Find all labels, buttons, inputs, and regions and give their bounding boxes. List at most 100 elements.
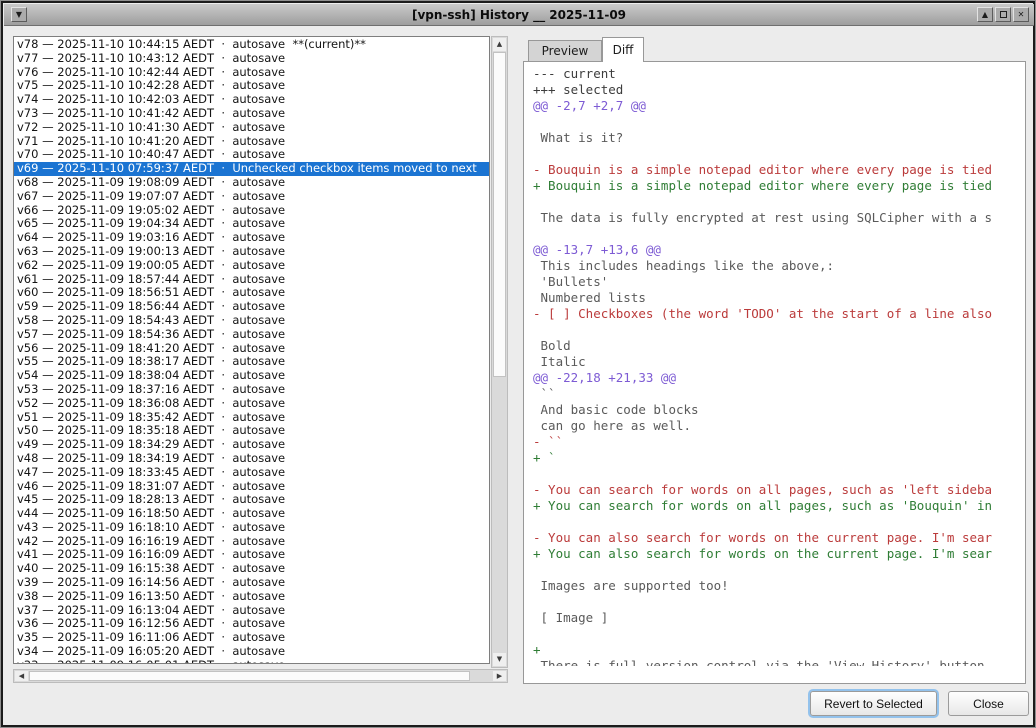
tab-diff-label: Diff [613, 43, 634, 57]
list-hscroll-thumb[interactable] [29, 671, 470, 681]
list-item[interactable]: v61 — 2025-11-09 18:57:44 AEDT · autosav… [14, 273, 489, 287]
diff-line: Images are supported too! [533, 578, 1001, 594]
list-item[interactable]: v48 — 2025-11-09 18:34:19 AEDT · autosav… [14, 452, 489, 466]
list-item[interactable]: v75 — 2025-11-10 10:42:28 AEDT · autosav… [14, 79, 489, 93]
version-list[interactable]: v78 — 2025-11-10 10:44:15 AEDT · autosav… [13, 36, 490, 664]
list-item[interactable]: v45 — 2025-11-09 18:28:13 AEDT · autosav… [14, 493, 489, 507]
diff-line: @@ -22,18 +21,33 @@ [533, 370, 1001, 386]
diff-line: --- current [533, 66, 1001, 82]
history-window: ▼ [vpn-ssh] History __ 2025-11-09 ▲ ✕ v7… [0, 0, 1036, 728]
list-horizontal-scrollbar[interactable]: ◀ ▶ [13, 669, 508, 683]
diff-line [533, 466, 1001, 482]
list-item[interactable]: v47 — 2025-11-09 18:33:45 AEDT · autosav… [14, 466, 489, 480]
list-item[interactable]: v43 — 2025-11-09 16:18:10 AEDT · autosav… [14, 521, 489, 535]
diff-line: can go here as well. [533, 418, 1001, 434]
scroll-up-arrow-icon[interactable]: ▲ [493, 38, 506, 51]
diff-line: There is full version control via the 'V… [533, 658, 1001, 666]
tab-preview[interactable]: Preview [528, 40, 602, 62]
close-button[interactable]: Close [948, 691, 1029, 716]
list-item[interactable]: v56 — 2025-11-09 18:41:20 AEDT · autosav… [14, 342, 489, 356]
diff-line: + ` [533, 450, 1001, 466]
list-item[interactable]: v57 — 2025-11-09 18:54:36 AEDT · autosav… [14, 328, 489, 342]
diff-line: + Bouquin is a simple notepad editor whe… [533, 178, 1001, 194]
list-item[interactable]: v78 — 2025-11-10 10:44:15 AEDT · autosav… [14, 38, 489, 52]
list-item[interactable]: v41 — 2025-11-09 16:16:09 AEDT · autosav… [14, 548, 489, 562]
shade-button[interactable]: ▲ [977, 7, 993, 22]
list-item[interactable]: v76 — 2025-11-10 10:42:44 AEDT · autosav… [14, 66, 489, 80]
list-item[interactable]: v70 — 2025-11-10 10:40:47 AEDT · autosav… [14, 148, 489, 162]
close-icon: ✕ [1018, 11, 1025, 19]
list-item[interactable]: v51 — 2025-11-09 18:35:42 AEDT · autosav… [14, 411, 489, 425]
revert-to-selected-button[interactable]: Revert to Selected [810, 691, 937, 716]
list-item[interactable]: v59 — 2025-11-09 18:56:44 AEDT · autosav… [14, 300, 489, 314]
diff-line [533, 594, 1001, 610]
diff-line: @@ -2,7 +2,7 @@ [533, 98, 1001, 114]
list-item[interactable]: v64 — 2025-11-09 19:03:16 AEDT · autosav… [14, 231, 489, 245]
diff-line: This includes headings like the above,: [533, 258, 1001, 274]
list-item[interactable]: v35 — 2025-11-09 16:11:06 AEDT · autosav… [14, 631, 489, 645]
diff-line [533, 114, 1001, 130]
list-item[interactable]: v74 — 2025-11-10 10:42:03 AEDT · autosav… [14, 93, 489, 107]
tab-diff[interactable]: Diff [602, 37, 644, 62]
diff-line: [ Image ] [533, 610, 1001, 626]
list-item[interactable]: v58 — 2025-11-09 18:54:43 AEDT · autosav… [14, 314, 489, 328]
scroll-right-arrow-icon[interactable]: ▶ [493, 671, 506, 681]
diff-line [533, 562, 1001, 578]
list-item[interactable]: v62 — 2025-11-09 19:00:05 AEDT · autosav… [14, 259, 489, 273]
list-item[interactable]: v40 — 2025-11-09 16:15:38 AEDT · autosav… [14, 562, 489, 576]
list-item[interactable]: v66 — 2025-11-09 19:05:02 AEDT · autosav… [14, 204, 489, 218]
diff-line: + You can search for words on all pages,… [533, 498, 1001, 514]
list-item[interactable]: v36 — 2025-11-09 16:12:56 AEDT · autosav… [14, 617, 489, 631]
diff-line: 'Bullets' [533, 274, 1001, 290]
diff-line [533, 514, 1001, 530]
diff-line [533, 194, 1001, 210]
list-item[interactable]: v38 — 2025-11-09 16:13:50 AEDT · autosav… [14, 590, 489, 604]
list-item[interactable]: v65 — 2025-11-09 19:04:34 AEDT · autosav… [14, 217, 489, 231]
list-item[interactable]: v60 — 2025-11-09 18:56:51 AEDT · autosav… [14, 286, 489, 300]
tab-preview-label: Preview [542, 44, 589, 58]
list-item[interactable]: v39 — 2025-11-09 16:14:56 AEDT · autosav… [14, 576, 489, 590]
window-title: [vpn-ssh] History __ 2025-11-09 [4, 8, 1034, 22]
list-item[interactable]: v68 — 2025-11-09 19:08:09 AEDT · autosav… [14, 176, 489, 190]
diff-line: And basic code blocks [533, 402, 1001, 418]
diff-line: `` [533, 386, 1001, 402]
diff-line: Italic [533, 354, 1001, 370]
list-item[interactable]: v69 — 2025-11-10 07:59:37 AEDT · Uncheck… [14, 162, 489, 176]
maximize-button[interactable] [995, 7, 1011, 22]
list-item[interactable]: v46 — 2025-11-09 18:31:07 AEDT · autosav… [14, 480, 489, 494]
diff-line: - You can search for words on all pages,… [533, 482, 1001, 498]
maximize-icon [1000, 11, 1007, 18]
list-item[interactable]: v54 — 2025-11-09 18:38:04 AEDT · autosav… [14, 369, 489, 383]
list-item[interactable]: v53 — 2025-11-09 18:37:16 AEDT · autosav… [14, 383, 489, 397]
diff-line [533, 146, 1001, 162]
list-item[interactable]: v55 — 2025-11-09 18:38:17 AEDT · autosav… [14, 355, 489, 369]
list-vertical-scrollbar[interactable]: ▲ ▼ [491, 36, 508, 668]
diff-line: - `` [533, 434, 1001, 450]
list-item[interactable]: v49 — 2025-11-09 18:34:29 AEDT · autosav… [14, 438, 489, 452]
list-item[interactable]: v44 — 2025-11-09 16:18:50 AEDT · autosav… [14, 507, 489, 521]
titlebar[interactable]: ▼ [vpn-ssh] History __ 2025-11-09 ▲ ✕ [4, 4, 1034, 26]
list-item[interactable]: v52 — 2025-11-09 18:36:08 AEDT · autosav… [14, 397, 489, 411]
list-item[interactable]: v63 — 2025-11-09 19:00:13 AEDT · autosav… [14, 245, 489, 259]
list-item[interactable]: v73 — 2025-11-10 10:41:42 AEDT · autosav… [14, 107, 489, 121]
close-window-button[interactable]: ✕ [1013, 7, 1029, 22]
diff-line: + You can also search for words on the c… [533, 546, 1001, 562]
diff-text: --- current+++ selected@@ -2,7 +2,7 @@ W… [527, 62, 1001, 666]
list-item[interactable]: v50 — 2025-11-09 18:35:18 AEDT · autosav… [14, 424, 489, 438]
list-item[interactable]: v37 — 2025-11-09 16:13:04 AEDT · autosav… [14, 604, 489, 618]
diff-line: @@ -13,7 +13,6 @@ [533, 242, 1001, 258]
diff-line: Numbered lists [533, 290, 1001, 306]
diff-line: - Bouquin is a simple notepad editor whe… [533, 162, 1001, 178]
list-item[interactable]: v42 — 2025-11-09 16:16:19 AEDT · autosav… [14, 535, 489, 549]
diff-line [533, 626, 1001, 642]
list-item[interactable]: v72 — 2025-11-10 10:41:30 AEDT · autosav… [14, 121, 489, 135]
list-item[interactable]: v33 — 2025-11-09 16:05:01 AEDT · autosav… [14, 659, 489, 664]
diff-line: Bold [533, 338, 1001, 354]
scroll-down-arrow-icon[interactable]: ▼ [493, 653, 506, 666]
list-item[interactable]: v67 — 2025-11-09 19:07:07 AEDT · autosav… [14, 190, 489, 204]
list-vscroll-thumb[interactable] [493, 52, 506, 377]
scroll-left-arrow-icon[interactable]: ◀ [15, 671, 28, 681]
list-item[interactable]: v34 — 2025-11-09 16:05:20 AEDT · autosav… [14, 645, 489, 659]
list-item[interactable]: v77 — 2025-11-10 10:43:12 AEDT · autosav… [14, 52, 489, 66]
list-item[interactable]: v71 — 2025-11-10 10:41:20 AEDT · autosav… [14, 135, 489, 149]
